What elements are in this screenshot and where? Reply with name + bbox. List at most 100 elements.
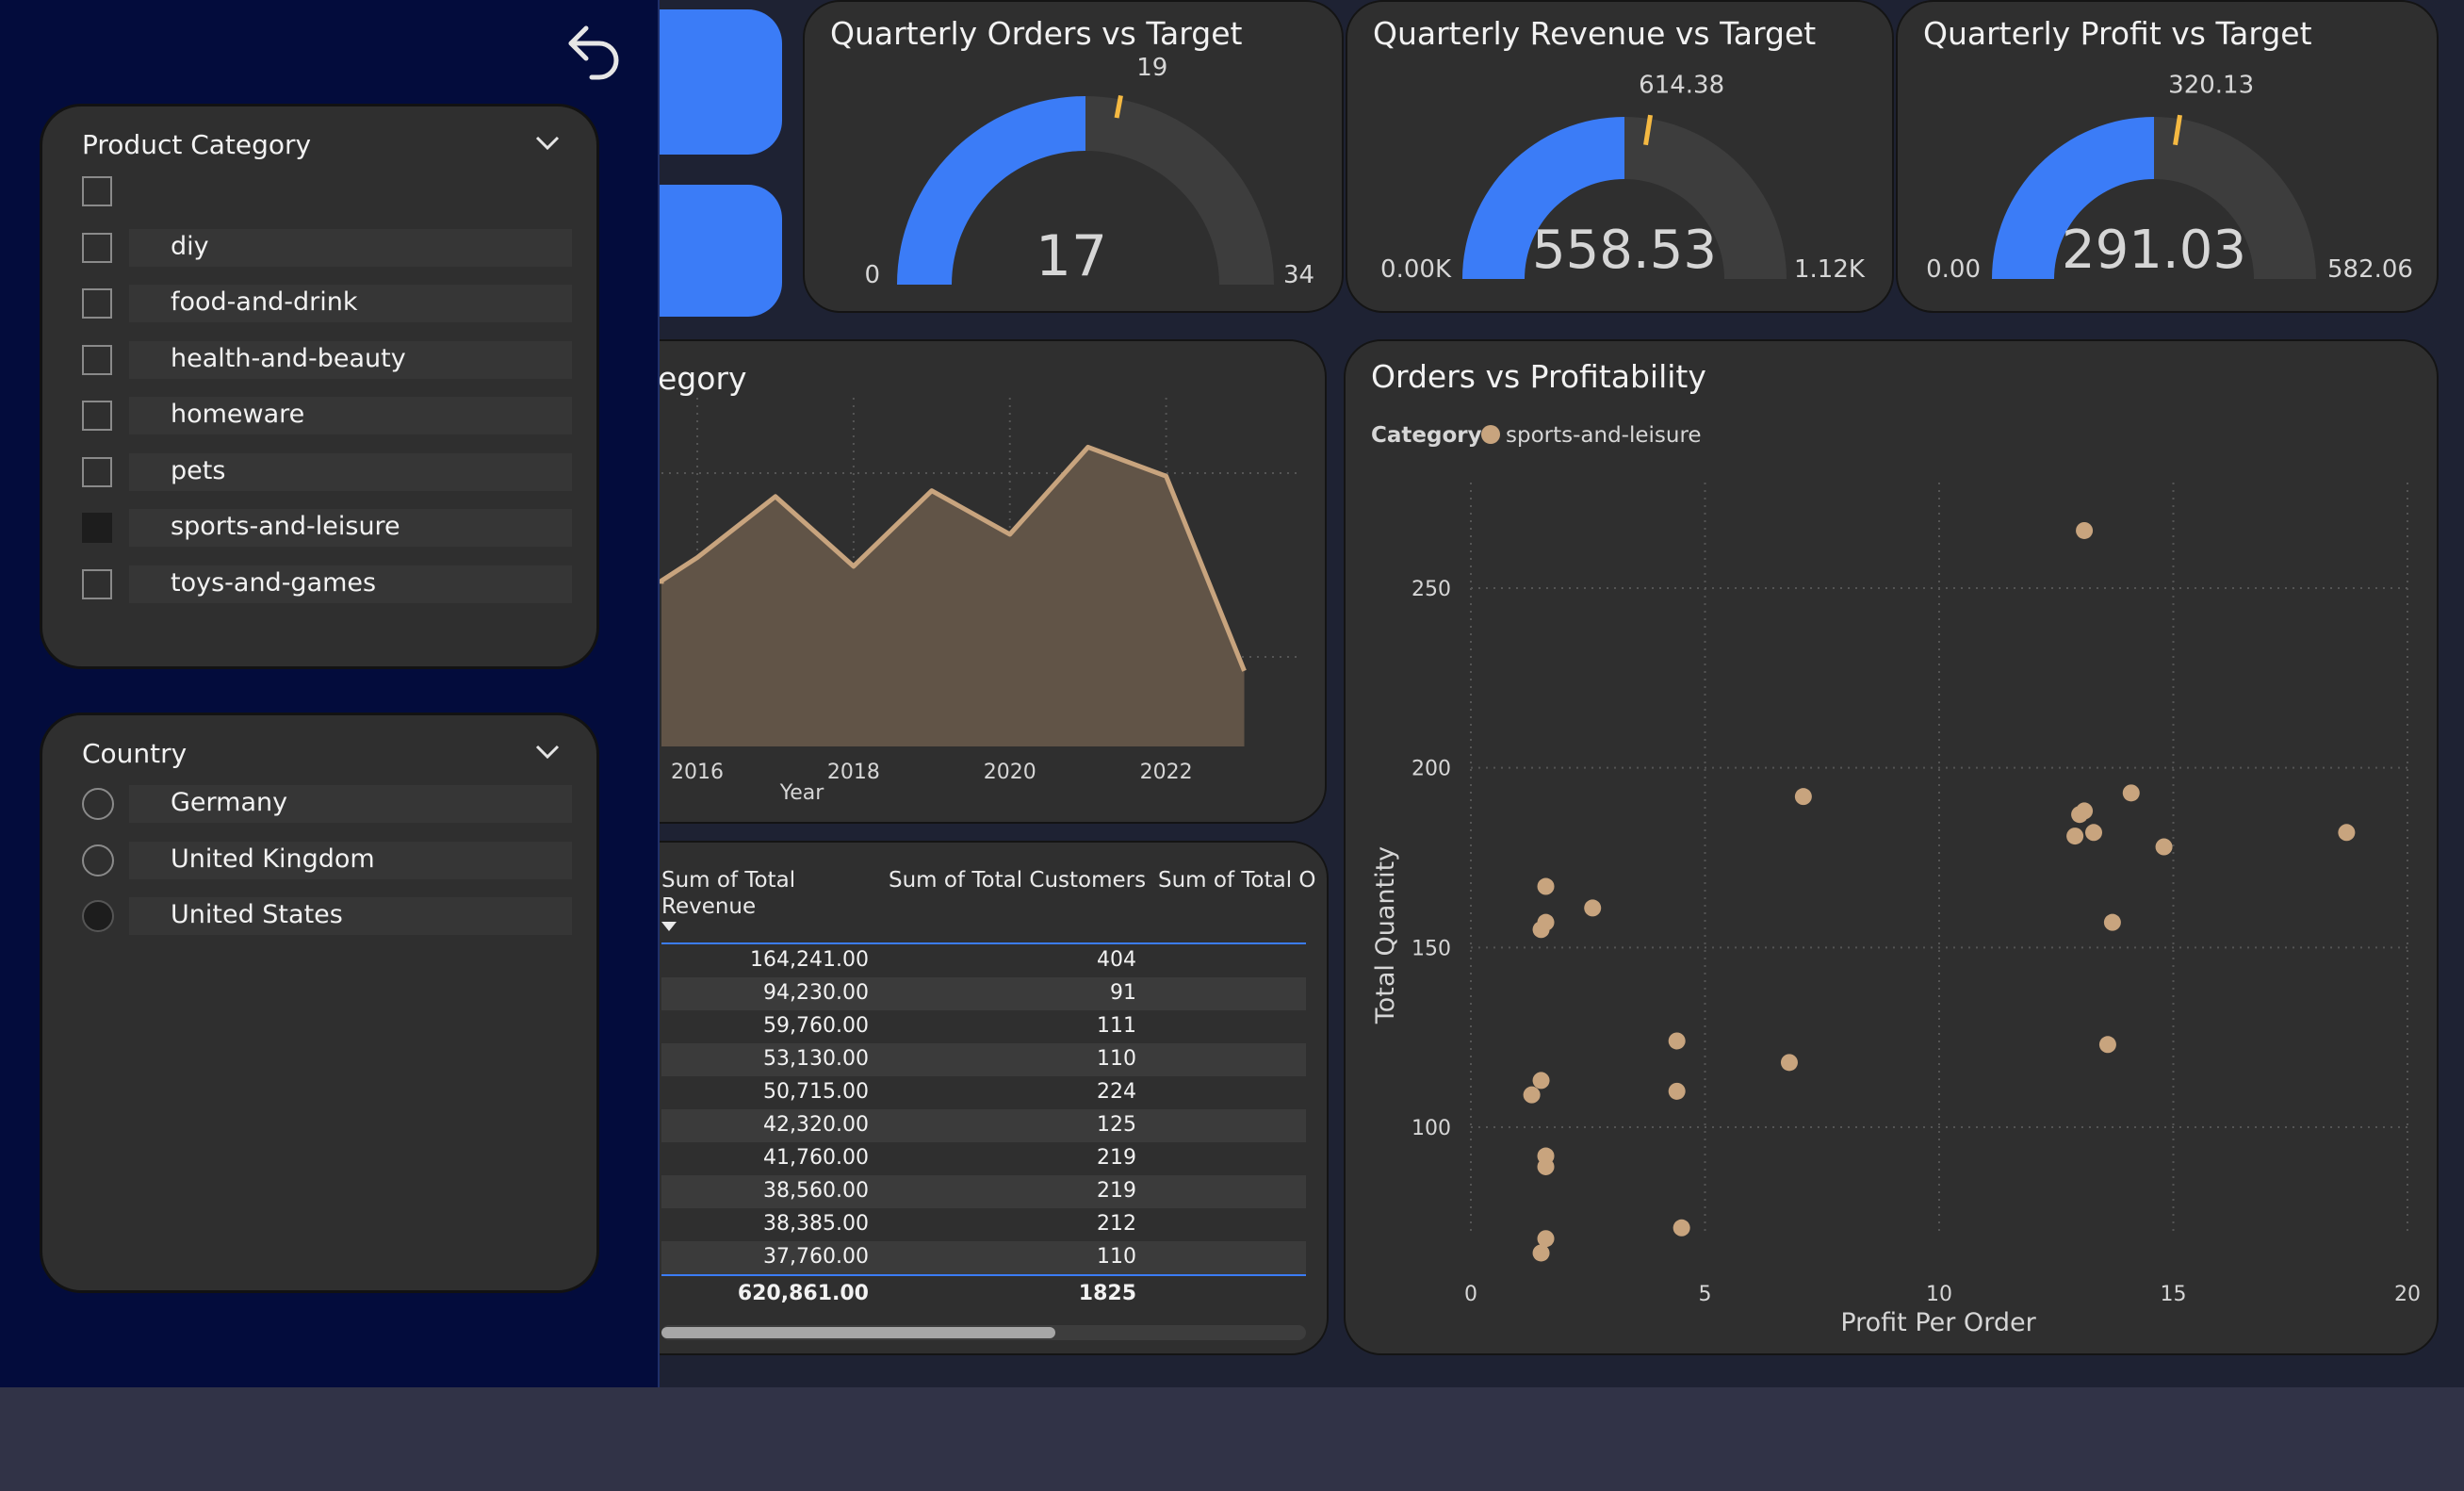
gauge-max-label: 582.06 [2327,255,2413,284]
category-option[interactable]: sports-and-leisure [82,509,572,549]
filter-sidebar: Product Category diy food-and-drink health… [0,0,660,1387]
scatter-grid [1470,483,2408,1237]
category-option[interactable] [82,172,572,212]
checkbox[interactable] [82,568,112,599]
gauge-chart-orders: 17 19 0 34 [864,54,1314,289]
gauge-value: 291.03 [2062,220,2246,281]
checkbox[interactable] [82,401,112,431]
radio-button[interactable] [82,788,114,820]
table-row: 38,385.00 212 [661,1208,1306,1241]
option-label: health-and-beauty [171,343,406,373]
area-x-axis-label: Year [779,781,825,805]
option-label: United States [171,900,343,929]
column-header-customers[interactable]: Sum of Total Customers [889,867,1146,893]
cell-customers: 91 [1110,981,1136,1005]
x-tick-label: 20 [2394,1283,2421,1306]
legend-title: Category [1371,423,1482,448]
cell-customers: 224 [1097,1080,1136,1104]
category-option[interactable]: toys-and-games [82,565,572,605]
undo-arrow-icon[interactable] [565,19,622,81]
option-label: sports-and-leisure [171,512,400,541]
table-row: 42,320.00 125 [661,1109,1306,1142]
country-option[interactable]: Germany [82,785,572,825]
table-card: Sum of Total Revenue Sum of Total Custom… [565,841,1329,1355]
gauge-chart-revenue: 558.53 614.38 0.00K 1.12K [1380,71,1866,284]
scatter-points [1523,521,2356,1262]
gauge-max-label: 34 [1283,261,1314,289]
category-option[interactable]: diy [82,228,572,269]
chevron-down-icon[interactable] [534,744,561,761]
gauge-card-profit: Quarterly Profit vs Target 291.03 320.13… [1896,0,2439,313]
area-x-ticks: 2016 2018 2020 2022 [671,761,1193,784]
category-option[interactable]: homeware [82,397,572,436]
scatter-point [1532,1072,1550,1090]
table-row: 164,241.00 404 [661,944,1306,977]
table-row: 94,230.00 91 [661,977,1306,1010]
country-option[interactable]: United States [82,897,572,937]
checkbox[interactable] [82,344,112,375]
scatter-chart-card: Orders vs Profitability Category sports-… [1344,339,2439,1355]
horizontal-scrollbar-thumb[interactable] [661,1327,1055,1338]
scatter-point [1537,1157,1555,1175]
cell-customers: 212 [1097,1212,1136,1236]
legend-item: sports-and-leisure [1506,423,1702,448]
radio-button[interactable] [82,844,114,877]
table-row: 53,130.00 110 [661,1043,1306,1076]
x-tick-label: 2016 [671,761,724,784]
cell-revenue: 38,385.00 [763,1212,869,1236]
country-slicer: Country Germany United Kingdom United Stat… [40,713,599,1293]
sort-descending-icon[interactable] [661,922,677,933]
option-label: food-and-drink [171,287,358,317]
cell-customers: 219 [1097,1179,1136,1203]
option-label: United Kingdom [171,844,375,874]
column-header-orders[interactable]: Sum of Total O [1158,867,1316,893]
category-option[interactable]: health-and-beauty [82,340,572,381]
table-row: 50,715.00 224 [661,1076,1306,1109]
option-label: toys-and-games [171,567,377,598]
cell-customers: 404 [1097,948,1136,972]
checkbox[interactable] [82,232,112,263]
checkbox[interactable] [82,288,112,319]
x-tick-label: 2020 [984,761,1036,784]
data-table: Sum of Total Revenue Sum of Total Custom… [661,867,1316,1344]
scatter-point [1673,1219,1690,1237]
x-tick-label: 5 [1699,1283,1712,1306]
column-header-revenue[interactable]: Sum of Total Revenue [661,867,850,920]
gauge-value: 17 [1036,223,1107,289]
cell-revenue: 53,130.00 [763,1047,869,1071]
cell-revenue: 50,715.00 [763,1080,869,1104]
x-tick-label: 15 [2161,1283,2187,1306]
scatter-point [2085,824,2103,842]
scatter-point [1537,877,1555,895]
footer-band [0,1387,2464,1491]
x-tick-label: 10 [1926,1283,1952,1306]
chevron-down-icon[interactable] [534,135,561,152]
option-label: Germany [171,788,288,817]
radio-button[interactable] [82,900,114,932]
area-chart-card: egory 2016 2018 2020 2022 Year [565,339,1327,824]
cell-revenue: 94,230.00 [763,981,869,1005]
scatter-point [1668,1032,1686,1050]
cell-customers: 111 [1097,1014,1136,1038]
scatter-point [2098,1036,2116,1054]
slicer-title: Country [82,738,188,769]
product-category-slicer: Product Category diy food-and-drink health… [40,104,599,669]
scatter-point [1537,1230,1555,1248]
scatter-point [2071,806,2089,824]
category-option[interactable]: food-and-drink [82,285,572,324]
checkbox[interactable] [82,456,112,487]
horizontal-scrollbar-track[interactable] [661,1325,1306,1340]
category-option[interactable]: pets [82,452,572,493]
gauge-max-label: 1.12K [1794,255,1866,284]
option-label: diy [171,231,209,261]
total-divider [661,1274,1306,1276]
checkbox[interactable] [82,176,112,206]
gauge-min-label: 0.00 [1926,255,1981,284]
checkbox[interactable] [82,513,112,543]
scatter-point [2103,913,2121,931]
cell-customers: 110 [1097,1245,1136,1269]
legend-marker [1481,425,1500,444]
country-option[interactable]: United Kingdom [82,841,572,881]
y-tick-label: 100 [1411,1117,1451,1140]
slicer-title: Product Category [82,129,312,160]
